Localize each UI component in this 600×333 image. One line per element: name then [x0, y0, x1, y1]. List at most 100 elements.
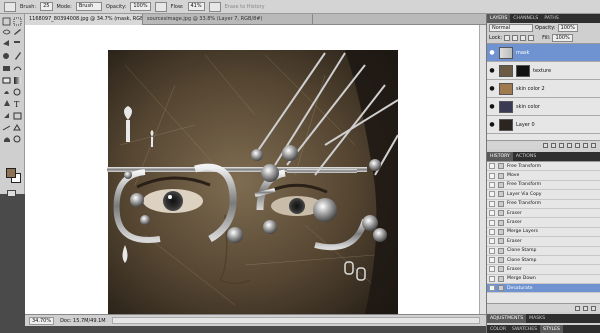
brush-size-picker[interactable]: 25 [40, 2, 53, 11]
history-brush-source-checkbox[interactable] [489, 191, 495, 198]
quick-mask-icon[interactable] [7, 190, 16, 197]
history-brush-source-checkbox[interactable] [489, 181, 495, 188]
history-step[interactable]: Clone Stamp [487, 247, 600, 256]
history-step[interactable]: Eraser [487, 265, 600, 275]
document-tab-inactive[interactable]: sourcesimage.jpg @ 33.8% (Layer 7, RGB/8… [143, 14, 313, 25]
new-group-icon[interactable] [575, 142, 580, 148]
history-step-icon [498, 181, 504, 188]
vertical-scrollbar[interactable] [479, 25, 486, 314]
history-list: Free Transform Move Free Transform Layer… [487, 161, 600, 303]
visibility-eye-icon[interactable]: ● [488, 67, 496, 75]
history-step-icon [498, 172, 504, 179]
history-panel-footer [487, 303, 600, 312]
tab-channels[interactable]: CHANNELS [510, 14, 541, 23]
tab-masks[interactable]: MASKS [526, 314, 548, 323]
layer-row[interactable]: ● texture [487, 62, 600, 80]
history-step-label: Merge Down [507, 276, 536, 282]
history-step[interactable]: Clone Stamp [487, 256, 600, 266]
erase-to-history-checkbox[interactable]: Erase to History [225, 4, 265, 10]
tab-color[interactable]: COLOR [487, 325, 509, 333]
history-brush-source-checkbox[interactable] [489, 238, 495, 245]
history-step[interactable]: Free Transform [487, 200, 600, 209]
history-step[interactable]: Free Transform [487, 181, 600, 191]
blend-mode-dropdown[interactable]: Normal [489, 24, 533, 32]
lock-pixels-icon[interactable] [512, 35, 519, 41]
history-brush-source-checkbox[interactable] [489, 200, 495, 207]
layer-name: skin color [516, 103, 540, 110]
magic-wand-icon [14, 29, 21, 35]
document-tab-active[interactable]: 1168097_80394008.jpg @ 34.7% (mask, RGB/… [25, 14, 143, 25]
tab-layers[interactable]: LAYERS [487, 14, 511, 23]
fill-field[interactable]: 100% [552, 34, 573, 42]
layer-row[interactable]: ● Layer 0 [487, 116, 600, 134]
layer-name: Layer 0 [516, 121, 535, 128]
history-step[interactable]: Layer Via Copy [487, 190, 600, 200]
history-brush-source-checkbox[interactable] [489, 247, 495, 254]
layer-style-icon[interactable] [551, 142, 556, 148]
add-mask-icon[interactable] [559, 142, 564, 148]
history-step-current[interactable]: Desaturate [487, 284, 600, 294]
tab-styles[interactable]: STYLES [540, 325, 563, 333]
history-step[interactable]: Merge Layers [487, 228, 600, 238]
visibility-eye-icon[interactable]: ● [488, 49, 496, 57]
lock-all-icon[interactable] [528, 35, 535, 41]
zoom-level-field[interactable]: 34.70% [29, 316, 55, 325]
delete-state-icon[interactable] [591, 305, 596, 311]
visibility-eye-icon[interactable]: ● [488, 103, 496, 111]
history-brush-source-checkbox[interactable] [489, 163, 495, 170]
document-size-info[interactable]: Doc: 15.7M/49.1M [60, 318, 106, 324]
history-brush-source-checkbox[interactable] [489, 219, 495, 226]
visibility-eye-icon[interactable]: ● [488, 85, 496, 93]
airbrush-pressure-icon[interactable] [154, 1, 167, 12]
new-layer-icon[interactable] [583, 142, 588, 148]
horizontal-scrollbar[interactable] [111, 317, 480, 324]
history-brush-source-checkbox[interactable] [489, 275, 495, 282]
layer-row[interactable]: ● mask [487, 44, 600, 62]
visibility-eye-icon[interactable]: ● [488, 121, 496, 129]
history-step[interactable]: Free Transform [487, 162, 600, 172]
layer-row[interactable]: ● skin color [487, 98, 600, 116]
history-step[interactable]: Eraser [487, 209, 600, 219]
new-document-from-state-icon[interactable] [575, 305, 580, 311]
foreground-color-swatch[interactable] [6, 168, 16, 178]
history-brush-source-checkbox[interactable] [489, 257, 495, 264]
flow-label: Flow: [170, 3, 184, 10]
tab-adjustments[interactable]: ADJUSTMENTS [487, 314, 527, 323]
adjustment-layer-icon[interactable] [567, 142, 572, 148]
tab-swatches[interactable]: SWATCHES [509, 325, 540, 333]
history-step[interactable]: Merge Down [487, 275, 600, 285]
layer-name: texture [533, 67, 552, 74]
layer-opacity-field[interactable]: 100% [557, 24, 578, 32]
history-step[interactable]: Move [487, 171, 600, 181]
airbrush-icon[interactable] [208, 1, 221, 12]
layer-row[interactable]: ● skin color 2 [487, 80, 600, 98]
history-step-icon [498, 200, 504, 207]
history-step[interactable]: Eraser [487, 237, 600, 247]
history-brush-source-checkbox[interactable] [489, 285, 495, 292]
history-brush-source-checkbox[interactable] [489, 228, 495, 235]
marquee-tool-icon [13, 17, 22, 26]
eraser-tool-preset-icon[interactable] [4, 1, 16, 12]
history-step-icon [498, 238, 504, 245]
eyedropper-icon [2, 125, 11, 131]
opacity-field[interactable]: 100% [130, 2, 151, 11]
flow-field[interactable]: 41% [187, 2, 205, 11]
new-snapshot-icon[interactable] [583, 305, 588, 311]
lock-transparency-icon[interactable] [504, 35, 511, 41]
history-step[interactable]: Eraser [487, 218, 600, 228]
history-brush-source-checkbox[interactable] [489, 172, 495, 179]
mode-dropdown[interactable]: Brush [75, 2, 102, 11]
tab-paths[interactable]: PATHS [541, 14, 561, 23]
tab-actions[interactable]: ACTIONS [513, 152, 539, 161]
link-layers-icon[interactable] [543, 142, 548, 148]
canvas-background [25, 25, 486, 314]
history-brush-source-checkbox[interactable] [489, 210, 495, 217]
delete-layer-icon[interactable] [591, 142, 596, 148]
lock-position-icon[interactable] [520, 35, 527, 41]
artwork-canvas[interactable] [25, 25, 486, 314]
tab-history[interactable]: HISTORY [487, 152, 513, 161]
layer-thumbnail [499, 46, 513, 59]
tools-icons[interactable]: T [0, 14, 25, 164]
history-brush-source-checkbox[interactable] [489, 266, 495, 273]
blur-tool-icon [4, 91, 9, 94]
